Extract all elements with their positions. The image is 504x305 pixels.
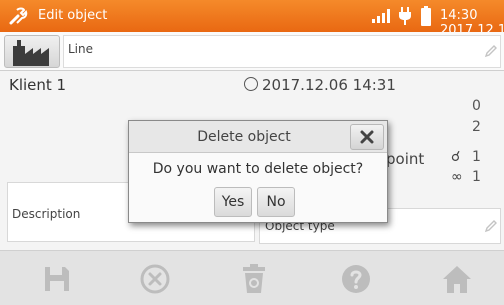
window-title: Edit object: [38, 8, 108, 23]
dialog-header: Delete object: [129, 121, 387, 153]
delete-dialog: Delete object Do you want to delete obje…: [128, 120, 388, 223]
clock-icon: [244, 77, 258, 91]
power-plug-icon: [399, 7, 411, 25]
close-icon: [360, 130, 374, 144]
battery-icon: [421, 6, 431, 26]
save-icon[interactable]: [41, 263, 73, 295]
created-date: 2017.12.06 14:31: [244, 76, 396, 94]
dialog-message: Do you want to delete object?: [152, 161, 364, 177]
object-type-button[interactable]: [4, 35, 60, 68]
pencil-icon: [484, 45, 497, 58]
pencil-icon: [484, 220, 497, 233]
trash-icon[interactable]: [238, 263, 270, 295]
status-bar: Edit object 14:30 2017.12.15: [0, 0, 504, 38]
signal-icon: [372, 9, 390, 23]
home-icon[interactable]: [441, 263, 473, 295]
line-row: Line: [0, 32, 504, 71]
line-label: Line: [68, 42, 94, 56]
count-1: 0: [472, 98, 481, 114]
bottom-toolbar: [0, 250, 504, 305]
line-field[interactable]: Line: [63, 35, 501, 68]
measurement-point-count: 1: [472, 149, 481, 165]
created-date-value: 2017.12.06 14:31: [262, 76, 396, 94]
link-icon: ∞: [451, 169, 463, 185]
measurement-point-label: point: [386, 150, 425, 168]
no-button[interactable]: No: [257, 187, 295, 217]
object-editor: Line Klient 1 2017.12.06 14:31 0 2 point…: [0, 32, 504, 250]
wrench-screwdriver-icon: [9, 7, 28, 25]
count-2: 2: [472, 119, 481, 135]
link-count: 1: [472, 169, 481, 185]
description-label: Description: [12, 207, 81, 221]
measurement-point-icon: ☌: [451, 149, 461, 165]
close-button[interactable]: [350, 124, 384, 150]
cancel-icon[interactable]: [139, 263, 171, 295]
dialog-title: Delete object: [197, 129, 291, 145]
help-icon[interactable]: [340, 263, 372, 295]
factory-icon: [13, 40, 49, 66]
client-name: Klient 1: [9, 76, 67, 94]
yes-button[interactable]: Yes: [214, 187, 252, 217]
